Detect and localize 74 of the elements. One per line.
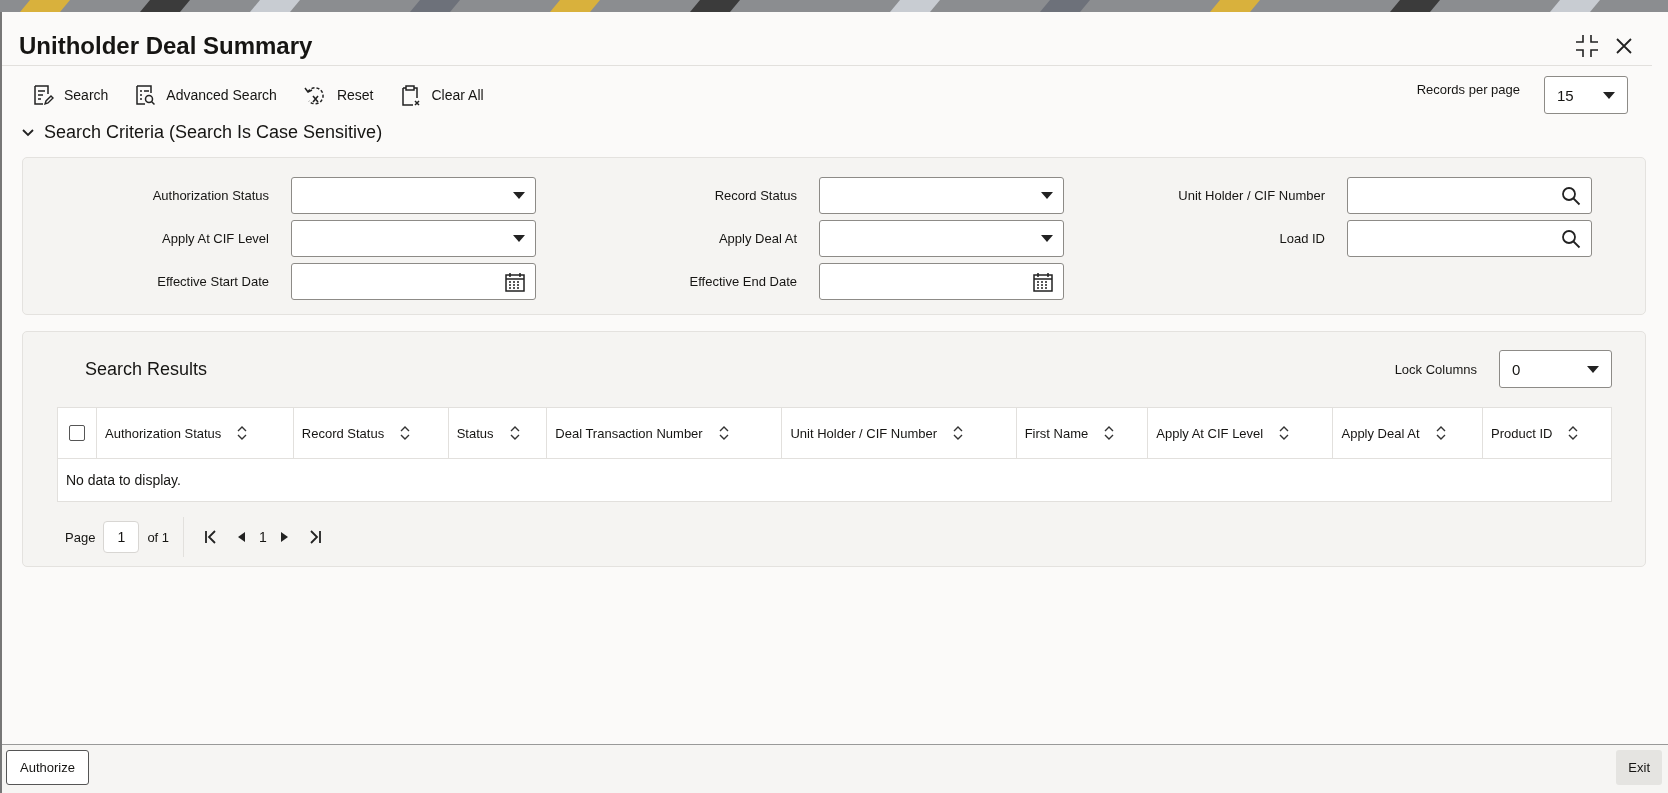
section-toggle[interactable]: Search Criteria (Search Is Case Sensitive) [2, 118, 1668, 147]
lookup-field[interactable] [1347, 220, 1592, 257]
sort-icon[interactable] [718, 426, 729, 440]
edit-document-icon [32, 84, 54, 106]
date-field[interactable] [291, 263, 536, 300]
lock-columns-label: Lock Columns [1394, 361, 1477, 377]
dropdown-caret-icon [513, 192, 525, 199]
current-page: 1 [259, 529, 267, 545]
toolbar-button[interactable]: Search [32, 84, 109, 106]
sort-icon[interactable] [509, 426, 520, 440]
dropdown-field[interactable] [291, 177, 536, 214]
next-icon [280, 532, 288, 542]
select-all-checkbox[interactable] [69, 425, 85, 441]
search-icon[interactable] [1561, 228, 1581, 249]
sort-icon[interactable] [237, 426, 248, 440]
page-input[interactable]: 1 [103, 521, 140, 553]
toolbar-button[interactable]: Clear All [399, 84, 484, 106]
sort-icon[interactable] [1104, 426, 1115, 440]
search-document-icon [134, 84, 157, 106]
field-label: Effective End Date [688, 274, 797, 289]
empty-message: No data to display. [66, 472, 181, 488]
calendar-icon[interactable] [505, 271, 525, 292]
field-label: Apply At CIF Level [161, 231, 269, 246]
column-header[interactable]: First Name [1016, 407, 1148, 459]
exit-button[interactable]: Exit [1616, 749, 1662, 785]
field-label: Record Status [713, 188, 797, 203]
search-icon[interactable] [1561, 185, 1581, 206]
dropdown-field[interactable] [819, 220, 1064, 257]
collapse-icon[interactable] [1576, 34, 1598, 57]
chevron-down-icon [22, 128, 34, 137]
column-header[interactable]: Product ID [1482, 407, 1612, 459]
column-header[interactable]: Authorization Status [96, 407, 294, 459]
field-label: Authorization Status [151, 188, 269, 203]
page-count: of 1 [147, 529, 170, 545]
section-title: Search Results [85, 358, 208, 380]
dropdown-field[interactable] [291, 220, 536, 257]
dropdown-caret-icon [1041, 192, 1053, 199]
column-header[interactable]: Apply At CIF Level [1147, 407, 1333, 459]
sort-icon[interactable] [1435, 426, 1446, 440]
dropdown-caret-icon [1587, 365, 1599, 373]
lookup-field[interactable] [1347, 177, 1592, 214]
field-label: Effective Start Date [156, 274, 269, 289]
field-label: Apply Deal At [717, 231, 797, 246]
column-header[interactable]: Deal Transaction Number [546, 407, 782, 459]
reset-icon [302, 84, 327, 106]
toolbar-button[interactable]: Advanced Search [134, 84, 277, 106]
toolbar-button[interactable]: Reset [302, 84, 374, 106]
dropdown-caret-icon [513, 235, 525, 242]
first-page-icon [204, 530, 219, 544]
records-per-page-select[interactable]: 15 [1544, 76, 1628, 114]
lock-columns-select[interactable]: 0 [1499, 350, 1612, 388]
date-field[interactable] [819, 263, 1064, 300]
column-header[interactable]: Unit Holder / CIF Number [781, 407, 1017, 459]
dropdown-field[interactable] [819, 177, 1064, 214]
sort-icon[interactable] [1279, 426, 1290, 440]
calendar-icon[interactable] [1033, 271, 1053, 292]
column-header[interactable]: Status [448, 407, 547, 459]
last-page-icon [307, 530, 322, 544]
window-title: Unitholder Deal Summary [19, 31, 313, 60]
records-per-page-label: Records per page [1416, 82, 1520, 97]
sort-icon[interactable] [953, 426, 964, 440]
field-label: Unit Holder / CIF Number [1177, 188, 1325, 203]
field-label: Load ID [1278, 231, 1325, 246]
clipboard-clear-icon [399, 84, 422, 106]
sort-icon[interactable] [1568, 426, 1579, 440]
column-header[interactable]: Record Status [293, 407, 449, 459]
close-icon[interactable] [1616, 37, 1632, 54]
authorize-button[interactable]: Authorize [6, 749, 89, 785]
dropdown-caret-icon [1603, 91, 1615, 99]
sort-icon[interactable] [400, 426, 411, 440]
column-header[interactable]: Apply Deal At [1333, 407, 1483, 459]
dropdown-caret-icon [1041, 235, 1053, 242]
page-label: Page [65, 529, 96, 545]
previous-icon [238, 532, 246, 542]
